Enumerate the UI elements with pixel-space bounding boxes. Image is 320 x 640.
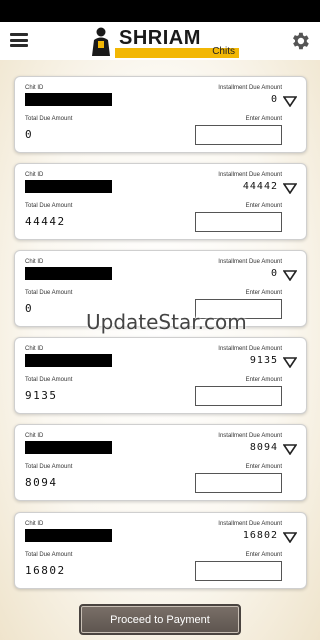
- app-header: SHRIAM Chits: [0, 22, 320, 60]
- total-due-label: Total Due Amount: [25, 377, 73, 383]
- total-due-value: 44442: [25, 215, 66, 228]
- enter-amount-input[interactable]: [195, 125, 282, 145]
- installment-due-value: 8094: [249, 442, 278, 453]
- enter-amount-label: Enter Amount: [245, 552, 282, 558]
- enter-amount-input[interactable]: [195, 561, 282, 581]
- status-bar: [0, 0, 320, 22]
- enter-amount-label: Enter Amount: [245, 290, 282, 296]
- installment-due-label: Installment Due Amount: [218, 433, 282, 439]
- proceed-to-payment-button[interactable]: Proceed to Payment: [79, 604, 241, 635]
- enter-amount-label: Enter Amount: [245, 377, 282, 383]
- installment-due-value: 0: [270, 268, 278, 279]
- total-due-value: 9135: [25, 389, 58, 402]
- installment-due-label: Installment Due Amount: [218, 346, 282, 352]
- dropdown-triangle-icon[interactable]: [283, 357, 297, 368]
- chit-id-label: Chit ID: [25, 433, 44, 439]
- chit-card: Chit ID Installment Due Amount 16802 Tot…: [14, 512, 307, 589]
- installment-due-label: Installment Due Amount: [218, 85, 282, 91]
- enter-amount-label: Enter Amount: [245, 203, 282, 209]
- enter-amount-input[interactable]: [195, 212, 282, 232]
- total-due-value: 8094: [25, 476, 58, 489]
- installment-due-label: Installment Due Amount: [218, 521, 282, 527]
- dropdown-triangle-icon[interactable]: [283, 96, 297, 107]
- chit-card: Chit ID Installment Due Amount 9135 Tota…: [14, 337, 307, 414]
- installment-due-value: 44442: [242, 181, 278, 192]
- total-due-label: Total Due Amount: [25, 464, 73, 470]
- enter-amount-label: Enter Amount: [245, 464, 282, 470]
- redacted-chit-id: [25, 354, 112, 367]
- installment-due-label: Installment Due Amount: [218, 172, 282, 178]
- chit-id-label: Chit ID: [25, 521, 44, 527]
- total-due-value: 0: [25, 302, 34, 315]
- enter-amount-label: Enter Amount: [245, 116, 282, 122]
- total-due-value: 0: [25, 128, 34, 141]
- dropdown-triangle-icon[interactable]: [283, 270, 297, 281]
- chit-id-label: Chit ID: [25, 259, 44, 265]
- chit-card: Chit ID Installment Due Amount 8094 Tota…: [14, 424, 307, 501]
- enter-amount-input[interactable]: [195, 386, 282, 406]
- dropdown-triangle-icon[interactable]: [283, 444, 297, 455]
- dropdown-triangle-icon[interactable]: [283, 532, 297, 543]
- chit-card: Chit ID Installment Due Amount 0 Total D…: [14, 76, 307, 153]
- logo-figure-icon: [92, 27, 110, 56]
- redacted-chit-id: [25, 441, 112, 454]
- chit-id-label: Chit ID: [25, 172, 44, 178]
- logo-brand-sub: Chits: [212, 46, 235, 57]
- gear-icon[interactable]: [289, 30, 311, 52]
- logo-brand-name: SHRIAM: [119, 27, 201, 49]
- redacted-chit-id: [25, 93, 112, 106]
- total-due-label: Total Due Amount: [25, 552, 73, 558]
- total-due-label: Total Due Amount: [25, 203, 73, 209]
- dropdown-triangle-icon[interactable]: [283, 183, 297, 194]
- enter-amount-input[interactable]: [195, 473, 282, 493]
- redacted-chit-id: [25, 180, 112, 193]
- redacted-chit-id: [25, 267, 112, 280]
- chit-card: Chit ID Installment Due Amount 44442 Tot…: [14, 163, 307, 240]
- installment-due-value: 16802: [242, 530, 278, 541]
- installment-due-value: 9135: [249, 355, 278, 366]
- shriram-chits-logo: SHRIAM Chits: [87, 26, 239, 58]
- installment-due-label: Installment Due Amount: [218, 259, 282, 265]
- total-due-label: Total Due Amount: [25, 116, 73, 122]
- total-due-label: Total Due Amount: [25, 290, 73, 296]
- chit-id-label: Chit ID: [25, 346, 44, 352]
- redacted-chit-id: [25, 529, 112, 542]
- installment-due-value: 0: [270, 94, 278, 105]
- watermark-text: UpdateStar.com: [86, 310, 247, 334]
- hamburger-menu-icon[interactable]: [10, 33, 28, 47]
- chit-id-label: Chit ID: [25, 85, 44, 91]
- total-due-value: 16802: [25, 564, 66, 577]
